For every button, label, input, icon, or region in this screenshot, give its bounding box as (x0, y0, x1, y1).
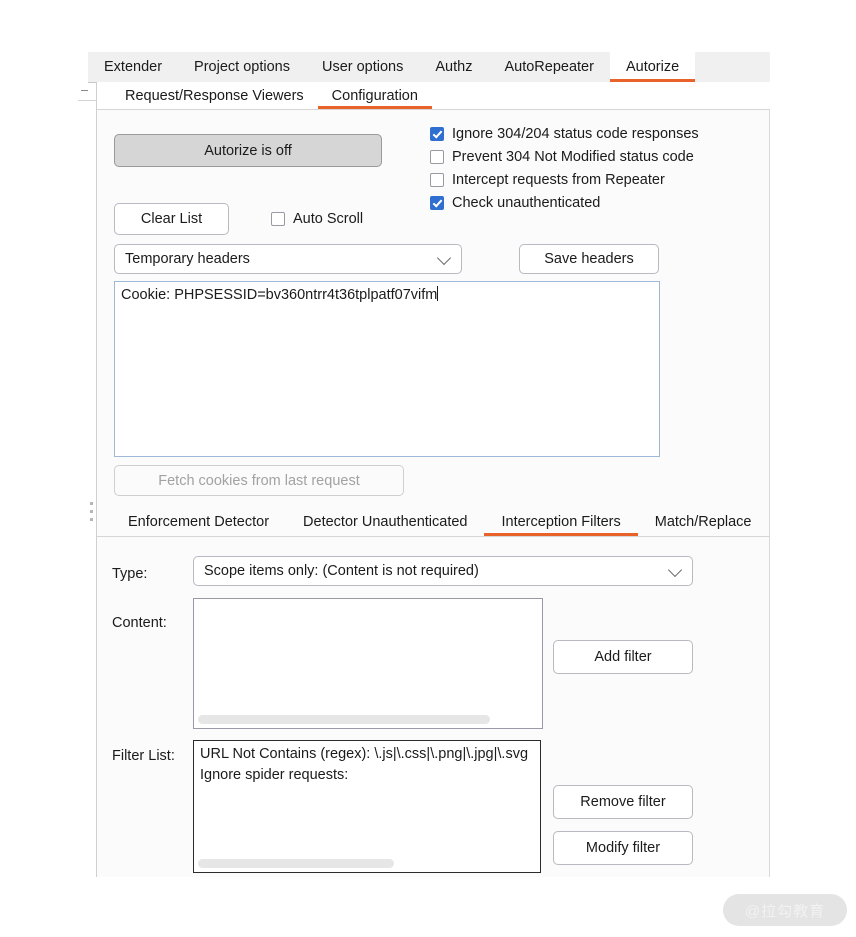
tab-label: Authz (435, 59, 473, 75)
rail-divider (78, 100, 96, 101)
auto-scroll-option[interactable]: Auto Scroll (271, 211, 363, 227)
content-textarea[interactable] (193, 598, 543, 729)
tab-project-options[interactable]: Project options (178, 52, 306, 82)
auto-scroll-label: Auto Scroll (293, 211, 364, 227)
type-label: Type: (112, 566, 148, 582)
tab-label: Configuration (331, 87, 418, 104)
fetch-cookies-button[interactable]: Fetch cookies from last request (114, 465, 404, 496)
add-filter-button[interactable]: Add filter (553, 640, 693, 674)
remove-filter-button[interactable]: Remove filter (553, 785, 693, 819)
tab-label: Match/Replace (654, 514, 752, 530)
tab-label: Enforcement Detector (128, 514, 270, 530)
tab-label: Extender (104, 59, 163, 75)
tab-extender[interactable]: Extender (88, 52, 178, 82)
content-label: Content: (112, 615, 167, 631)
top-tab-bar: Extender Project options User options Au… (88, 52, 770, 83)
checkbox-icon[interactable] (430, 172, 444, 187)
checkbox-icon[interactable] (430, 149, 444, 164)
tab-label: Detector Unauthenticated (303, 514, 468, 530)
tab-label: Project options (194, 59, 290, 75)
pane-splitter-handle[interactable] (90, 502, 94, 526)
tab-detector-unauthenticated[interactable]: Detector Unauthenticated (286, 508, 484, 536)
filter-list-label: Filter List: (112, 748, 175, 764)
tab-label: User options (321, 59, 404, 75)
headers-textarea[interactable]: Cookie: PHPSESSID=bv360ntrr4t36tplpatf07… (114, 281, 660, 457)
watermark: @拉勾教育 (723, 894, 847, 926)
option-intercept-repeater[interactable]: Intercept requests from Repeater (430, 168, 730, 191)
tab-autorepeater[interactable]: AutoRepeater (488, 52, 609, 82)
checkbox-icon[interactable] (271, 212, 285, 226)
app-root: Extender Project options User options Au… (0, 0, 856, 937)
modify-filter-button[interactable]: Modify filter (553, 831, 693, 865)
save-headers-button[interactable]: Save headers (519, 244, 659, 274)
sub-tab-bar: Request/Response Viewers Configuration (97, 82, 770, 110)
tab-autorize[interactable]: Autorize (609, 52, 696, 82)
tab-match-replace[interactable]: Match/Replace (638, 508, 769, 536)
tab-authz[interactable]: Authz (419, 52, 488, 82)
option-check-unauthenticated[interactable]: Check unauthenticated (430, 191, 730, 214)
checkbox-icon[interactable] (430, 126, 444, 141)
filter-list[interactable]: URL Not Contains (regex): \.js|\.css|\.p… (193, 740, 541, 873)
option-ignore-304-204[interactable]: Ignore 304/204 status code responses (430, 122, 730, 145)
tab-label: AutoRepeater (504, 59, 594, 75)
clear-list-button[interactable]: Clear List (114, 203, 229, 235)
left-rail (78, 52, 97, 877)
option-prevent-304[interactable]: Prevent 304 Not Modified status code (430, 145, 730, 168)
tab-request-response-viewers[interactable]: Request/Response Viewers (111, 82, 318, 109)
chevron-down-icon (667, 562, 683, 578)
tab-label: Autorize (625, 59, 680, 75)
option-label: Intercept requests from Repeater (452, 171, 665, 188)
filters-tab-bar: Enforcement Detector Detector Unauthenti… (97, 508, 769, 537)
autorize-toggle-button[interactable]: Autorize is off (114, 134, 382, 167)
tab-label: Interception Filters (501, 514, 621, 530)
filter-list-horizontal-scrollbar[interactable] (198, 859, 394, 868)
tab-configuration[interactable]: Configuration (317, 82, 433, 109)
type-select[interactable]: Scope items only: (Content is not requir… (193, 556, 693, 586)
content-horizontal-scrollbar[interactable] (198, 715, 490, 724)
tab-label: Request/Response Viewers (125, 87, 304, 104)
configuration-panel: Autorize is off Ignore 304/204 status co… (97, 110, 770, 877)
tab-interception-filters[interactable]: Interception Filters (484, 508, 639, 536)
headers-select[interactable]: Temporary headers (114, 244, 462, 274)
options-checkbox-group: Ignore 304/204 status code responses Pre… (430, 122, 730, 214)
list-item[interactable]: Ignore spider requests: (200, 765, 534, 786)
tab-enforcement-detector[interactable]: Enforcement Detector (111, 508, 286, 536)
chevron-down-icon (436, 250, 452, 266)
headers-text: Cookie: PHPSESSID=bv360ntrr4t36tplpatf07… (121, 287, 438, 303)
type-select-value: Scope items only: (Content is not requir… (204, 563, 479, 579)
headers-select-value: Temporary headers (125, 251, 250, 267)
option-label: Prevent 304 Not Modified status code (452, 148, 694, 165)
tab-user-options[interactable]: User options (306, 52, 419, 82)
text-caret (437, 286, 439, 301)
checkbox-icon[interactable] (430, 195, 444, 210)
option-label: Check unauthenticated (452, 194, 601, 211)
collapse-minus-icon[interactable] (81, 90, 88, 91)
option-label: Ignore 304/204 status code responses (452, 125, 699, 142)
list-item[interactable]: URL Not Contains (regex): \.js|\.css|\.p… (200, 744, 534, 765)
